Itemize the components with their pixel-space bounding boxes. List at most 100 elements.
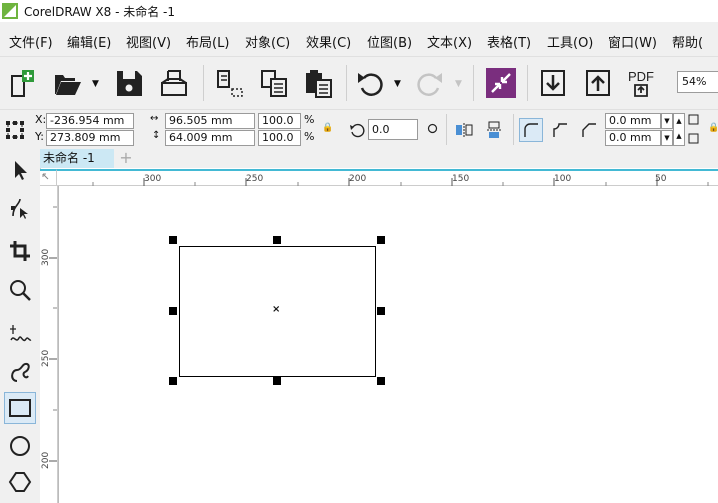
toolbar-separator — [203, 65, 204, 101]
mirror-horizontal-icon[interactable] — [455, 121, 473, 139]
paste-button[interactable] — [301, 66, 335, 100]
menu-view[interactable]: 视图(V) — [126, 32, 171, 51]
horizontal-ruler[interactable]: 300 250 200 150 100 50 — [40, 169, 718, 186]
menu-bar: 文件(F) 编辑(E) 视图(V) 布局(L) 对象(C) 效果(C) 位图(B… — [0, 22, 718, 56]
ruler-origin-corner[interactable] — [40, 169, 57, 186]
ruler-label: 200 — [349, 174, 367, 184]
corner-spinner-icon[interactable]: ▲ ▲ — [673, 113, 685, 146]
height-field[interactable]: 64.009 mm — [165, 130, 255, 146]
redo-button[interactable] — [413, 66, 447, 100]
x-label: X: — [35, 113, 47, 126]
ellipse-icon — [10, 436, 30, 456]
svg-text:PDF: PDF — [628, 69, 654, 84]
publish-pdf-button[interactable]: PDF — [626, 66, 660, 100]
x-position-field[interactable]: -236.954 mm — [46, 113, 134, 129]
shape-tool[interactable] — [4, 192, 36, 224]
corner-bottom-dropdown-icon[interactable]: ▼ — [661, 130, 673, 146]
export-button[interactable] — [581, 66, 615, 100]
standard-toolbar: ▼ ▼ ▼ PDF 54% — [0, 56, 718, 110]
polygon-icon — [8, 472, 32, 492]
artistic-media-tool[interactable] — [4, 356, 36, 388]
drawing-canvas[interactable]: × — [58, 186, 718, 503]
resize-handle-left[interactable] — [169, 307, 177, 315]
lock-ratio-icon[interactable]: 🔒 — [322, 123, 333, 133]
y-position-field[interactable]: 273.809 mm — [46, 130, 134, 146]
corner-apply-icon[interactable] — [687, 113, 701, 146]
resize-handle-bottom[interactable] — [273, 377, 281, 385]
corner-radius-bottom-field[interactable]: 0.0 mm — [605, 130, 661, 146]
rotation-angle-field[interactable]: 0.0 — [368, 119, 418, 140]
menu-edit[interactable]: 编辑(E) — [67, 32, 111, 51]
document-tab[interactable]: 未命名 -1 — [40, 149, 114, 168]
document-tabs: 未命名 -1 + — [40, 148, 718, 168]
title-bar: CorelDRAW X8 - 未命名 -1 — [0, 0, 718, 23]
resize-handle-right[interactable] — [377, 307, 385, 315]
search-content-icon — [486, 68, 516, 98]
ruler-label: 250 — [246, 174, 264, 184]
menu-object[interactable]: 对象(C) — [245, 32, 290, 51]
horizontal-ruler-ticks — [92, 178, 709, 186]
object-origin-icon[interactable] — [6, 121, 24, 139]
ruler-label: 50 — [655, 174, 667, 184]
import-button[interactable] — [536, 66, 570, 100]
crop-icon — [10, 241, 30, 261]
cut-button[interactable] — [212, 66, 246, 100]
zoom-level-field[interactable]: 54% — [677, 71, 718, 93]
chamfered-corner-icon[interactable] — [578, 119, 600, 141]
window-title: CorelDRAW X8 - 未命名 -1 — [24, 5, 176, 19]
new-document-button[interactable] — [5, 66, 39, 100]
zoom-tool[interactable] — [4, 274, 36, 306]
new-document-icon — [11, 70, 34, 97]
shape-node-icon — [11, 198, 28, 219]
new-tab-button[interactable]: + — [118, 150, 134, 166]
resize-handle-top[interactable] — [273, 236, 281, 244]
resize-handle-bottom-right[interactable] — [377, 377, 385, 385]
page-border — [58, 186, 59, 503]
ruler-label: 300 — [41, 248, 51, 266]
open-dropdown-icon[interactable]: ▼ — [92, 79, 99, 89]
menu-window[interactable]: 窗口(W) — [608, 32, 657, 51]
toolbar-separator — [527, 65, 528, 101]
corner-radius-top-field[interactable]: 0.0 mm — [605, 113, 661, 129]
undo-button[interactable] — [353, 66, 387, 100]
rotate-icon — [350, 123, 365, 138]
ellipse-tool[interactable] — [4, 430, 36, 462]
mirror-vertical-icon[interactable] — [485, 121, 503, 139]
folder-open-icon — [55, 75, 81, 95]
ruler-label: 150 — [452, 174, 470, 184]
rectangle-tool[interactable] — [4, 392, 36, 424]
menu-bitmaps[interactable]: 位图(B) — [367, 32, 412, 51]
copy-button[interactable] — [257, 66, 291, 100]
crop-tool[interactable] — [4, 235, 36, 267]
vertical-ruler[interactable]: 300 250 200 — [40, 186, 58, 503]
width-field[interactable]: 96.505 mm — [165, 113, 255, 129]
menu-tools[interactable]: 工具(O) — [547, 32, 593, 51]
menu-layout[interactable]: 布局(L) — [186, 32, 229, 51]
resize-handle-bottom-left[interactable] — [169, 377, 177, 385]
menu-text[interactable]: 文本(X) — [427, 32, 472, 51]
undo-dropdown-icon[interactable]: ▼ — [394, 79, 401, 89]
open-document-button[interactable] — [50, 66, 84, 100]
menu-effects[interactable]: 效果(C) — [306, 32, 351, 51]
corner-lock-icon[interactable]: 🔒 — [708, 123, 718, 133]
redo-dropdown-icon[interactable]: ▼ — [455, 79, 462, 89]
menu-file[interactable]: 文件(F) — [9, 32, 53, 51]
polygon-tool[interactable] — [4, 466, 36, 498]
resize-handle-top-right[interactable] — [377, 236, 385, 244]
corner-top-dropdown-icon[interactable]: ▼ — [661, 113, 673, 129]
round-corner-button[interactable] — [519, 118, 543, 142]
menu-table[interactable]: 表格(T) — [487, 32, 531, 51]
freehand-tool[interactable] — [4, 318, 36, 350]
export-icon — [586, 70, 610, 96]
print-button[interactable] — [157, 66, 191, 100]
resize-handle-top-left[interactable] — [169, 236, 177, 244]
save-button[interactable] — [112, 66, 146, 100]
scalloped-corner-icon[interactable] — [549, 119, 571, 141]
magnifier-icon — [10, 280, 31, 301]
menu-help[interactable]: 帮助( — [672, 32, 703, 51]
scale-x-field[interactable]: 100.0 — [258, 113, 301, 129]
toolbar-separator — [346, 65, 347, 101]
search-content-button[interactable] — [484, 66, 518, 100]
scale-y-field[interactable]: 100.0 — [258, 130, 301, 146]
pick-tool[interactable] — [4, 154, 36, 186]
